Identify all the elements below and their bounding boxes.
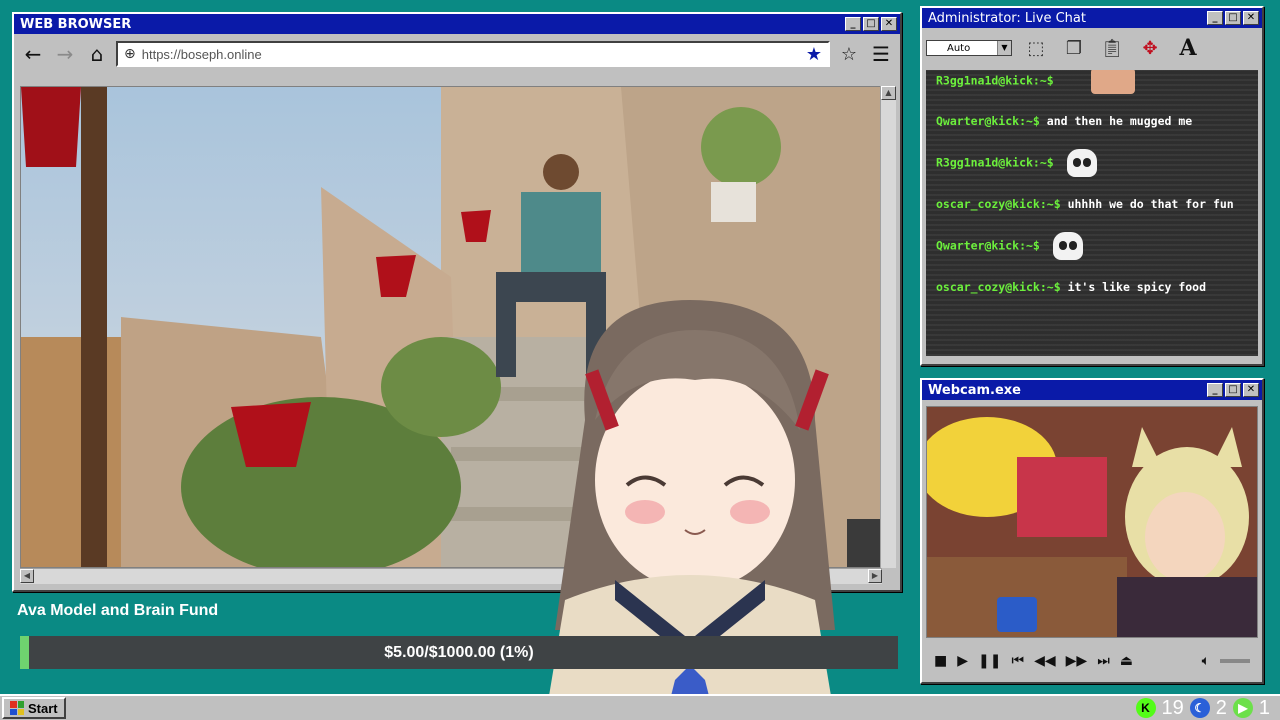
moon-count: 2 <box>1215 696 1227 719</box>
fund-progress-bar: $5.00/$1000.00 (1%) <box>20 636 898 669</box>
font-size-select[interactable]: Auto ▼ <box>926 40 1012 56</box>
webcam-window: Webcam.exe _ □ ✕ ■ ▶ ❚❚ ⏮︎ ◀◀ ▶▶ ⏭︎ ⏏︎ 🔈… <box>920 378 1264 684</box>
kick-count: 19 <box>1161 696 1184 719</box>
scroll-up-icon[interactable]: ▲ <box>881 86 896 100</box>
globe-icon: ⊕ <box>124 46 136 62</box>
volume-slider[interactable] <box>1220 659 1250 663</box>
home-icon[interactable]: ⌂ <box>84 41 110 67</box>
vertical-scrollbar[interactable]: ▲ <box>880 86 896 568</box>
chat-message: R3gg1na1d@kick:~$ <box>936 149 1248 177</box>
skip-back-icon[interactable]: ⏮︎ <box>1011 653 1024 669</box>
chat-username: oscar_cozy@kick:~$ <box>936 197 1061 211</box>
copy-icon[interactable]: ❐ <box>1060 34 1088 62</box>
close-button[interactable]: ✕ <box>881 17 897 31</box>
webcam-view <box>926 406 1258 638</box>
chat-text: and then he mugged me <box>1046 114 1193 128</box>
chat-toolbar: Auto ▼ ⬚ ❐ 📋︎ ✥ A <box>922 28 1262 68</box>
address-bar[interactable]: ⊕ https://boseph.online ★ <box>116 41 830 67</box>
move-icon[interactable]: ✥ <box>1136 34 1164 62</box>
play-circle-icon[interactable]: ▶ <box>1232 698 1253 718</box>
chat-message: R3gg1na1d@kick:~$ <box>936 70 1248 94</box>
chat-username: Qwarter@kick:~$ <box>936 238 1040 253</box>
maximize-button[interactable]: □ <box>1225 383 1241 397</box>
scroll-left-icon[interactable]: ◀ <box>20 569 34 583</box>
minimize-button[interactable]: _ <box>845 17 861 31</box>
skull-emote-icon <box>1066 149 1097 177</box>
chat-username: R3gg1na1d@kick:~$ <box>936 155 1054 170</box>
chat-message: oscar_cozy@kick:~$ uhhhh we do that for … <box>936 197 1248 212</box>
play-count: 1 <box>1258 696 1270 719</box>
start-button[interactable]: Start <box>2 697 66 719</box>
taskbar: Start K 19 ☾ 2 ▶ 1 <box>0 694 1280 720</box>
forward-arrow-icon[interactable]: → <box>52 41 78 67</box>
url-text[interactable]: https://boseph.online <box>142 47 800 62</box>
skip-forward-icon[interactable]: ⏭︎ <box>1097 653 1110 669</box>
chat-message: Qwarter@kick:~$ and then he mugged me <box>936 114 1248 129</box>
webcam-title: Webcam.exe <box>928 382 1021 398</box>
chat-text: uhhhh we do that for fun <box>1067 197 1234 211</box>
maximize-button[interactable]: □ <box>1225 11 1241 25</box>
minimize-button[interactable]: _ <box>1207 11 1223 25</box>
pause-icon[interactable]: ❚❚ <box>978 653 1001 669</box>
browser-title: WEB BROWSER <box>20 16 132 32</box>
eject-icon[interactable]: ⏏︎ <box>1120 653 1133 669</box>
font-icon[interactable]: A <box>1174 34 1202 62</box>
play-icon[interactable]: ▶ <box>957 653 968 669</box>
maximize-button[interactable]: □ <box>863 17 879 31</box>
bookmark-star-icon[interactable]: ☆ <box>836 41 862 67</box>
moon-icon[interactable]: ☾ <box>1189 698 1210 718</box>
stop-icon[interactable]: ■ <box>934 653 947 669</box>
chevron-down-icon[interactable]: ▼ <box>997 41 1011 55</box>
paste-icon[interactable]: 📋︎ <box>1098 34 1126 62</box>
font-size-value: Auto <box>947 42 971 54</box>
chat-username: oscar_cozy@kick:~$ <box>936 280 1061 294</box>
close-button[interactable]: ✕ <box>1243 383 1259 397</box>
back-arrow-icon[interactable]: ← <box>20 41 46 67</box>
chat-title: Administrator: Live Chat <box>928 10 1086 26</box>
media-controls: ■ ▶ ❚❚ ⏮︎ ◀◀ ▶▶ ⏭︎ ⏏︎ 🔈︎ <box>926 646 1258 676</box>
browser-toolbar: ← → ⌂ ⊕ https://boseph.online ★ ☆ ☰ <box>14 34 900 74</box>
webcam-frame <box>927 407 1257 637</box>
chat-text: it's like spicy food <box>1067 280 1207 294</box>
rewind-icon[interactable]: ◀◀ <box>1034 653 1056 669</box>
fast-forward-icon[interactable]: ▶▶ <box>1066 653 1088 669</box>
minimize-button[interactable]: _ <box>1207 383 1223 397</box>
webcam-titlebar[interactable]: Webcam.exe _ □ ✕ <box>922 380 1262 400</box>
scroll-right-icon[interactable]: ▶ <box>868 569 882 583</box>
chat-log[interactable]: R3gg1na1d@kick:~$ Qwarter@kick:~$ and th… <box>926 70 1258 356</box>
fund-title: Ava Model and Brain Fund <box>17 602 219 619</box>
kick-icon[interactable]: K <box>1135 698 1156 718</box>
start-label: Start <box>28 700 58 716</box>
bookmarked-star-icon[interactable]: ★ <box>806 44 822 65</box>
select-icon[interactable]: ⬚ <box>1022 34 1050 62</box>
skull-emote-icon <box>1052 232 1083 260</box>
volume-icon[interactable]: 🔈︎ <box>1202 653 1210 669</box>
chat-username: Qwarter@kick:~$ <box>936 114 1040 128</box>
system-tray: K 19 ☾ 2 ▶ 1 <box>1135 696 1279 720</box>
chat-username: R3gg1na1d@kick:~$ <box>936 73 1054 88</box>
live-chat-window: Administrator: Live Chat _ □ ✕ Auto ▼ ⬚ … <box>920 6 1264 366</box>
chat-titlebar[interactable]: Administrator: Live Chat _ □ ✕ <box>922 8 1262 28</box>
close-button[interactable]: ✕ <box>1243 11 1259 25</box>
chat-message: Qwarter@kick:~$ <box>936 232 1248 260</box>
face-emote-icon <box>1090 70 1135 94</box>
windows-logo-icon <box>10 701 24 715</box>
browser-titlebar[interactable]: WEB BROWSER _ □ ✕ <box>14 14 900 34</box>
chat-message: oscar_cozy@kick:~$ it's like spicy food <box>936 280 1248 295</box>
fund-amount: $5.00/$1000.00 (1%) <box>384 643 534 661</box>
menu-icon[interactable]: ☰ <box>868 41 894 67</box>
